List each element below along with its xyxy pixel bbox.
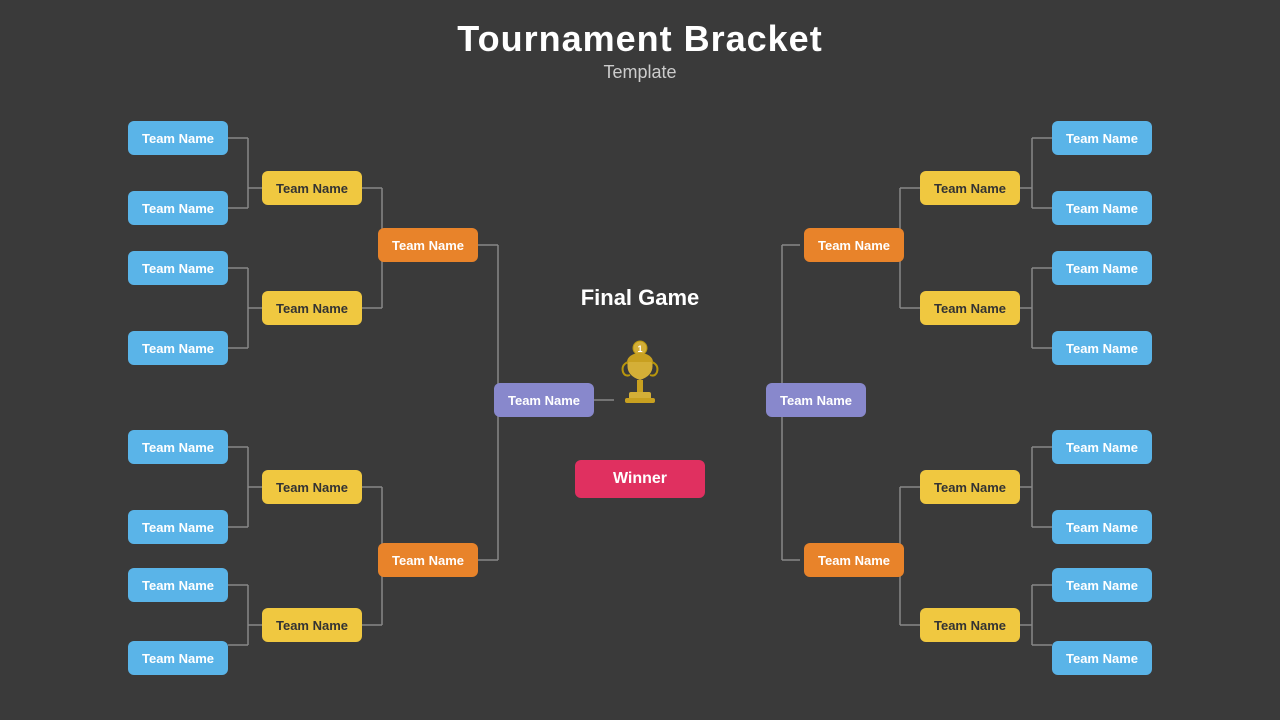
winner-box[interactable]: Winner — [575, 460, 705, 498]
team-l3-r1[interactable]: Team Name — [128, 251, 228, 285]
team-l2-r3[interactable]: Team Name — [378, 543, 478, 577]
team-r2-r3[interactable]: Team Name — [804, 543, 904, 577]
team-r2-r1[interactable]: Team Name — [1052, 191, 1152, 225]
team-r8-r1[interactable]: Team Name — [1052, 641, 1152, 675]
team-l2-r1[interactable]: Team Name — [128, 191, 228, 225]
team-l4-r1[interactable]: Team Name — [128, 331, 228, 365]
trophy-icon: 1 — [615, 340, 665, 420]
team-r7-r1[interactable]: Team Name — [1052, 568, 1152, 602]
team-r1-r3[interactable]: Team Name — [804, 228, 904, 262]
team-l3-r2[interactable]: Team Name — [262, 470, 362, 504]
team-r1-r1[interactable]: Team Name — [1052, 121, 1152, 155]
page-subtitle: Template — [0, 62, 1280, 83]
team-l1-r3[interactable]: Team Name — [378, 228, 478, 262]
team-r4-r1[interactable]: Team Name — [1052, 331, 1152, 365]
team-r3-r2[interactable]: Team Name — [920, 470, 1020, 504]
team-r3-r1[interactable]: Team Name — [1052, 251, 1152, 285]
bracket-container: Team Name Team Name Team Name Team Name … — [0, 85, 1280, 720]
team-l4-r2[interactable]: Team Name — [262, 608, 362, 642]
svg-text:1: 1 — [637, 344, 642, 354]
team-r1-r2[interactable]: Team Name — [920, 171, 1020, 205]
final-game-label: Final Game — [540, 285, 740, 311]
team-l6-r1[interactable]: Team Name — [128, 510, 228, 544]
team-r2-r2[interactable]: Team Name — [920, 291, 1020, 325]
team-l1-r1[interactable]: Team Name — [128, 121, 228, 155]
team-r5-r1[interactable]: Team Name — [1052, 430, 1152, 464]
team-r-semi[interactable]: Team Name — [766, 383, 866, 417]
team-l5-r1[interactable]: Team Name — [128, 430, 228, 464]
team-l1-r2[interactable]: Team Name — [262, 171, 362, 205]
team-r6-r1[interactable]: Team Name — [1052, 510, 1152, 544]
team-r4-r2[interactable]: Team Name — [920, 608, 1020, 642]
team-l8-r1[interactable]: Team Name — [128, 641, 228, 675]
team-l-semi[interactable]: Team Name — [494, 383, 594, 417]
page-title: Tournament Bracket — [0, 18, 1280, 60]
team-l2-r2[interactable]: Team Name — [262, 291, 362, 325]
team-l7-r1[interactable]: Team Name — [128, 568, 228, 602]
